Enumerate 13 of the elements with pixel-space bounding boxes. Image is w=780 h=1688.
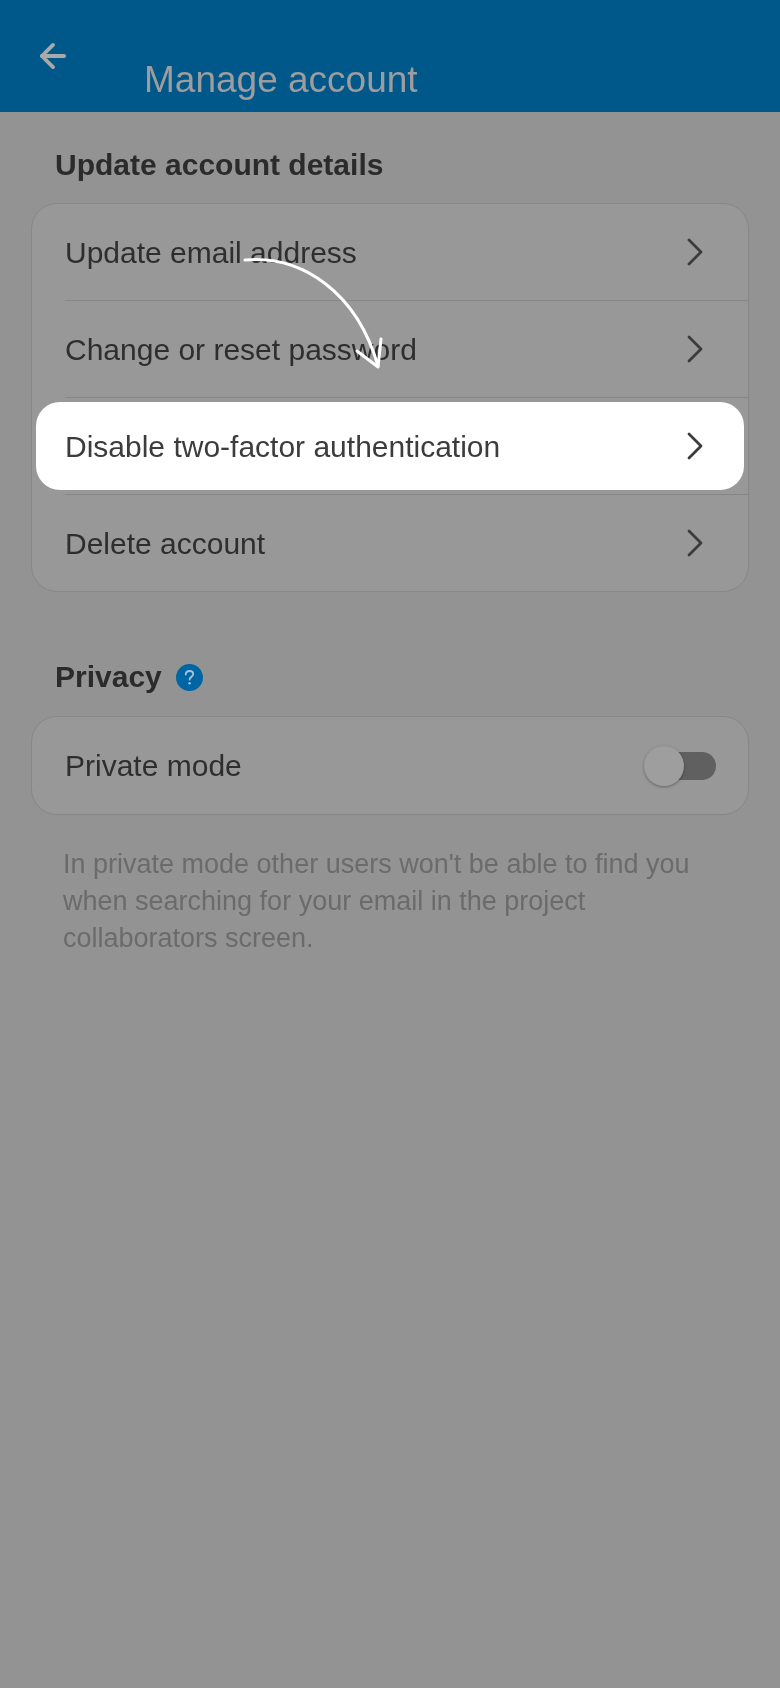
chevron-right-icon [687,335,703,363]
chevron-right-icon [687,529,703,557]
chevron-right-icon [687,238,703,266]
settings-row[interactable]: Delete account [36,499,744,587]
section-heading: Update account details [54,147,385,183]
chevron-right-icon [687,432,703,460]
section-heading: Privacy [55,659,162,695]
toggle-switch[interactable] [644,745,716,786]
screen-title: Manage account [144,58,418,102]
help-icon[interactable] [175,663,203,691]
settings-row[interactable]: Update email address [36,208,744,296]
settings-row[interactable]: Disable two-factor authentication [36,402,744,490]
setting-label: Private mode [65,748,242,784]
